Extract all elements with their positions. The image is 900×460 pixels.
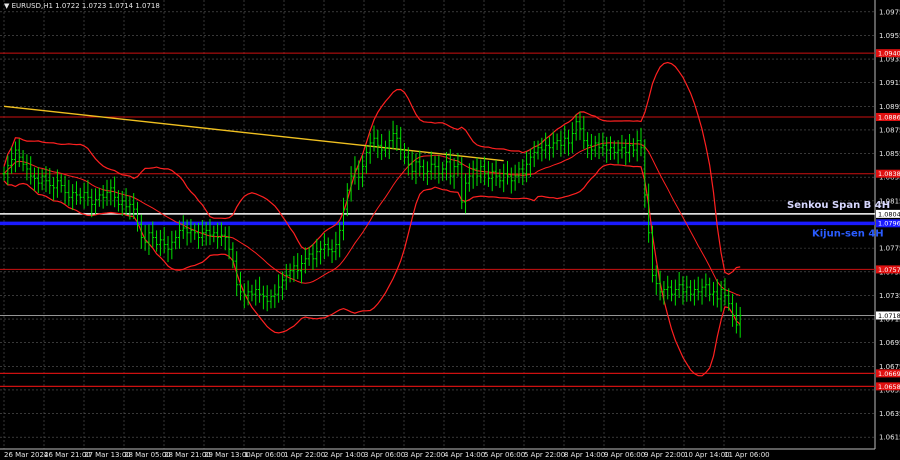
x-tick-label: 11 Apr 06:00: [724, 451, 770, 459]
y-tick-label: 1.0875: [879, 126, 900, 134]
x-tick-label: 1 Apr 06:00: [244, 451, 285, 459]
level-label: 1.0940: [878, 50, 900, 58]
y-tick-label: 1.0695: [879, 339, 900, 347]
x-tick-label: 26 Mar 2024: [4, 451, 49, 459]
x-tick-label: 3 Apr 22:00: [404, 451, 445, 459]
price-chart[interactable]: 1.09751.09551.09351.09151.08951.08751.08…: [0, 0, 900, 460]
level-label: 1.0804: [878, 210, 900, 218]
y-tick-label: 1.0615: [879, 434, 900, 442]
level-label: 1.0658: [878, 383, 900, 391]
level-label: 1.0718: [878, 312, 900, 320]
y-tick-label: 1.0975: [879, 8, 900, 16]
y-tick-label: 1.0955: [879, 32, 900, 40]
x-tick-label: 2 Apr 14:00: [324, 451, 365, 459]
level-label: 1.0669: [878, 370, 900, 378]
level-label: 1.0757: [878, 266, 900, 274]
y-tick-label: 1.0915: [879, 79, 900, 87]
x-tick-label: 5 Apr 06:00: [484, 451, 525, 459]
x-tick-label: 10 Apr 14:00: [684, 451, 730, 459]
x-tick-label: 1 Apr 22:00: [284, 451, 325, 459]
y-tick-label: 1.0855: [879, 150, 900, 158]
upper-band-line: [3, 61, 741, 275]
level-label: 1.0838: [878, 170, 900, 178]
y-tick-label: 1.0895: [879, 103, 900, 111]
y-tick-label: 1.0775: [879, 245, 900, 253]
x-tick-label: 3 Apr 06:00: [364, 451, 405, 459]
x-tick-label: 8 Apr 14:00: [564, 451, 605, 459]
y-tick-label: 1.0735: [879, 292, 900, 300]
trend-line: [3, 105, 504, 162]
x-tick-label: 9 Apr 06:00: [604, 451, 645, 459]
x-tick-label: 4 Apr 14:00: [444, 451, 485, 459]
y-tick-label: 1.0635: [879, 410, 900, 418]
level-label: 1.0886: [878, 113, 900, 121]
x-tick-label: 5 Apr 22:00: [524, 451, 565, 459]
level-label: 1.0796: [878, 220, 900, 228]
senkou-annotation: Senkou Span B 4H: [787, 200, 890, 211]
x-tick-label: 9 Apr 22:00: [644, 451, 685, 459]
kijun-annotation: Kijun-sen 4H: [812, 228, 884, 239]
